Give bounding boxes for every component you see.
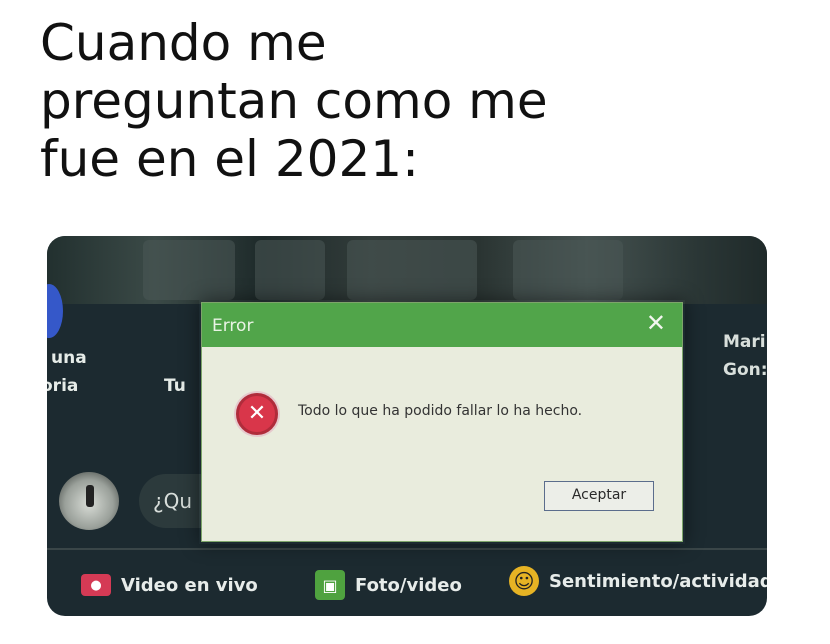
dialog-message: Todo lo que ha podido fallar lo ha hecho… xyxy=(298,403,583,419)
story-thumbnail[interactable] xyxy=(513,240,623,300)
live-video-icon: ● xyxy=(81,574,111,596)
divider xyxy=(47,548,767,550)
photo-icon: ▣ xyxy=(315,570,345,600)
caption-line-3: fue en el 2021: xyxy=(40,130,419,188)
feed-text-left-2: oria xyxy=(47,376,79,396)
photo-video-button[interactable]: ▣ Foto/video xyxy=(315,570,462,600)
feed-text-left-1: una xyxy=(51,348,87,368)
feed-text-middle: Tu xyxy=(164,376,186,396)
photo-video-label: Foto/video xyxy=(355,574,462,596)
live-video-button[interactable]: ● Video en vivo xyxy=(81,574,258,596)
stories-strip xyxy=(47,236,767,304)
feed-text-right-1: Mari xyxy=(723,332,766,352)
caption-line-1: Cuando me xyxy=(40,14,327,72)
screen-photo: una oria Tu Mari Gon: ¿Qu ● Video en viv… xyxy=(47,236,767,616)
feed-text-right-2: Gon: xyxy=(723,360,767,380)
dialog-title: Error xyxy=(212,316,254,336)
avatar[interactable] xyxy=(59,472,119,530)
accept-button[interactable]: Aceptar xyxy=(544,481,654,511)
emoji-icon: ☺ xyxy=(509,566,539,596)
feeling-activity-label: Sentimiento/actividad xyxy=(549,570,767,592)
error-icon: ✕ xyxy=(236,393,278,435)
story-thumbnail[interactable] xyxy=(255,240,325,300)
error-dialog: Error ✕ ✕ Todo lo que ha podido fallar l… xyxy=(201,302,683,542)
caption-line-2: preguntan como me xyxy=(40,72,548,130)
dialog-titlebar[interactable]: Error ✕ xyxy=(202,303,682,347)
avatar-figure xyxy=(86,485,94,507)
meme-caption: Cuando me preguntan como me fue en el 20… xyxy=(40,14,800,188)
story-thumbnail[interactable] xyxy=(143,240,235,300)
live-video-label: Video en vivo xyxy=(121,574,258,596)
feeling-activity-button[interactable]: ☺ Sentimiento/actividad xyxy=(509,566,767,596)
story-thumbnail[interactable] xyxy=(347,240,477,300)
close-icon[interactable]: ✕ xyxy=(646,311,666,335)
